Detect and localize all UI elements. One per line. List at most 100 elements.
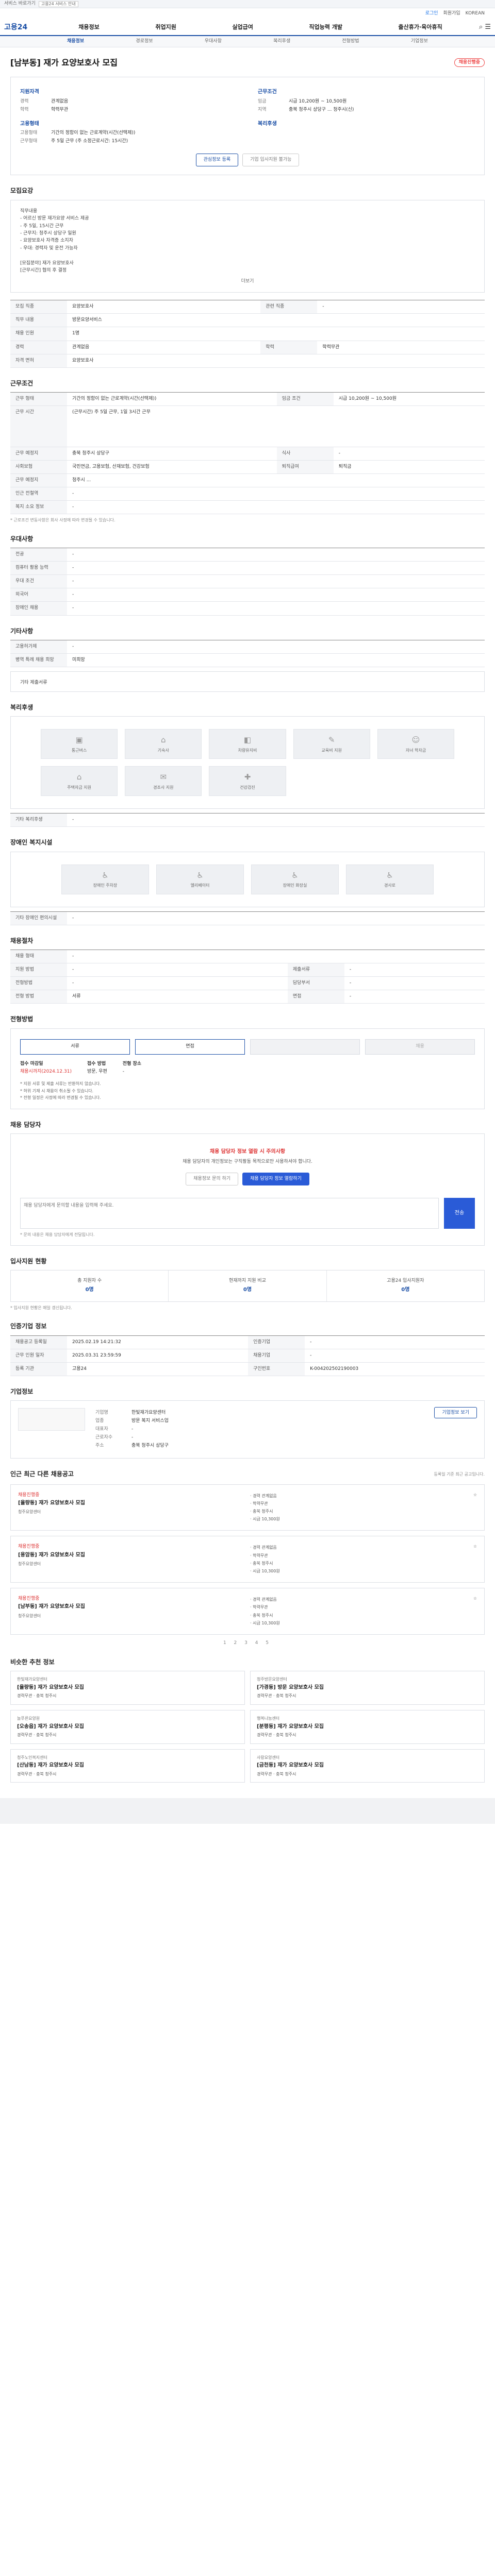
th: 병역 특례 채용 희망 — [10, 653, 67, 667]
kv-value: 시급 10,200원 ~ 10,500원 — [289, 98, 347, 104]
lnb-item-5[interactable]: 기업정보 — [411, 38, 428, 45]
similar-card[interactable]: 사랑요양센터 [금천동] 재가 요양보호사 모집 경력무관 · 충북 청주시 — [250, 1749, 485, 1783]
job-card[interactable]: 채용진행중 [용암동] 재가 요양보호사 모집 청주요양센터 · 경력 관계없음 · 학… — [10, 1536, 485, 1583]
job-company: 청주요양센터 — [18, 1562, 41, 1566]
td: 서류 — [67, 990, 288, 1004]
gnb-item-3[interactable]: 직업능력 개발 — [309, 23, 342, 31]
td: - — [67, 911, 485, 925]
job-card[interactable]: 채용진행중 [율량동] 재가 요양보호사 모집 청주요양센터 · 경력 관계없음 · 학… — [10, 1484, 485, 1531]
welfare-icon: ⌂ — [76, 772, 82, 782]
job-main: 채용진행중 [율량동] 재가 요양보호사 모집 청주요양센터 — [18, 1492, 250, 1523]
th: 자격 면허 — [10, 354, 67, 368]
login-link[interactable]: 로그인 — [425, 10, 438, 17]
similar-card[interactable]: 행복나눔센터 [분평동] 재가 요양보호사 모집 경력무관 · 충북 청주시 — [250, 1710, 485, 1744]
similar-card[interactable]: 청주노인복지센터 [산남동] 재가 요양보호사 모집 경력무관 · 충북 청주시 — [10, 1749, 245, 1783]
inquiry-button[interactable]: 채용정보 문의 하기 — [186, 1172, 239, 1186]
similar-title[interactable]: [가경동] 방문 요양보호사 모집 — [257, 1684, 478, 1692]
kv-key: 학력 — [20, 107, 29, 112]
td: - — [344, 990, 485, 1004]
global-nav: 고용24 채용정보 취업지원 실업급여 직업능력 개발 출산휴가·육아휴직 ⌕ ☰ — [0, 20, 495, 36]
section-title-manage: 인증기업 정보 — [10, 1323, 47, 1330]
th: 장애인 채용 — [10, 601, 67, 616]
gnb-item-2[interactable]: 실업급여 — [232, 23, 253, 31]
prefer-table: 전공 - 컴퓨터 활용 능력 - 우대 조건 - 외국어 - 장애인 채용 - — [10, 548, 485, 616]
similar-title[interactable]: [율량동] 재가 요양보호사 모집 — [17, 1684, 238, 1692]
accessibility-icon: ♿ — [386, 870, 393, 880]
th: 기타 복리후생 — [10, 813, 67, 827]
similar-title[interactable]: [오송읍] 재가 요양보호사 모집 — [17, 1723, 238, 1731]
kv-value: 방문 복지 서비스업 — [131, 1418, 169, 1424]
job-title[interactable]: [율량동] 재가 요양보호사 모집 — [18, 1500, 250, 1507]
lnb-item-2[interactable]: 우대사항 — [205, 38, 222, 45]
company-info-button[interactable]: 기업정보 보기 — [434, 1407, 477, 1419]
th: 관련 직종 — [260, 300, 318, 314]
lnb-item-1[interactable]: 경로정보 — [136, 38, 153, 45]
process-bullet: * 전형 일정은 사정에 따라 변경될 수 있습니다. — [20, 1095, 101, 1100]
service-select[interactable]: 고용24 서비스 안내 — [38, 1, 78, 7]
th: 구인번호 — [248, 1362, 305, 1376]
job-card[interactable]: 채용진행중 [남부동] 재가 요양보호사 모집 청주요양센터 · 경력 관계없음 · 학… — [10, 1588, 485, 1635]
lnb-item-3[interactable]: 복리후생 — [273, 38, 290, 45]
disabled-item: ♿ 엘리베이터 — [156, 864, 244, 894]
th: 근무 시간 — [10, 405, 67, 448]
similar-sub: 경력무관 · 충북 청주시 — [257, 1771, 296, 1776]
lnb-item-0[interactable]: 채용정보 — [67, 38, 84, 45]
pagination[interactable]: 1 2 3 4 5 — [10, 1640, 485, 1647]
gnb-item-0[interactable]: 채용정보 — [78, 23, 99, 31]
td: - — [67, 487, 485, 501]
send-button[interactable]: 전송 — [444, 1198, 475, 1229]
td: 요양보호사 — [67, 354, 485, 368]
stat-value: 0명 — [243, 1287, 252, 1293]
similar-title[interactable]: [분평동] 재가 요양보호사 모집 — [257, 1723, 478, 1731]
detail-line: - 우대: 경력자 및 운전 가능자 — [20, 245, 78, 251]
similar-company: 행복나눔센터 — [257, 1716, 280, 1721]
star-icon[interactable]: ☆ — [425, 1492, 477, 1523]
star-icon[interactable]: ☆ — [425, 1596, 477, 1627]
welfare-label: 건강검진 — [240, 785, 255, 790]
bookmark-button[interactable]: 관심정보 등록 — [195, 154, 239, 167]
td: 고용24 — [67, 1362, 249, 1376]
th: 근무 형태 — [10, 392, 67, 406]
more-button[interactable]: 더보기 — [20, 278, 475, 285]
stat-value: 0명 — [401, 1287, 410, 1293]
gnb-item-4[interactable]: 출산휴가·육아휴직 — [399, 23, 442, 31]
search-icon[interactable]: ⌕ ☰ — [470, 23, 491, 32]
apply-button[interactable]: 기업 입사지원 불가능 — [242, 154, 300, 167]
welfare-icon: ✎ — [328, 735, 335, 745]
td: 기간의 정함이 없는 근로계약(시간(선택제)) — [67, 392, 277, 406]
job-company: 청주요양센터 — [18, 1613, 41, 1618]
inquiry-input[interactable] — [20, 1198, 439, 1229]
similar-card[interactable]: 늘푸른요양원 [오송읍] 재가 요양보호사 모집 경력무관 · 충북 청주시 — [10, 1710, 245, 1744]
similar-title[interactable]: [산남동] 재가 요양보호사 모집 — [17, 1762, 238, 1770]
job-title[interactable]: [용암동] 재가 요양보호사 모집 — [18, 1552, 250, 1560]
job-status: 채용진행중 — [18, 1492, 40, 1498]
th: 채용 인원 — [10, 327, 67, 341]
similar-title[interactable]: [금천동] 재가 요양보호사 모집 — [257, 1762, 478, 1770]
gnb-menu: 채용정보 취업지원 실업급여 직업능력 개발 출산휴가·육아휴직 — [51, 23, 470, 31]
kv-value: 한빛재가요양센터 — [131, 1410, 166, 1416]
similar-card[interactable]: 한빛재가요양센터 [율량동] 재가 요양보호사 모집 경력무관 · 충북 청주시 — [10, 1671, 245, 1705]
lnb-item-4[interactable]: 전형방법 — [342, 38, 359, 45]
kv-key: 고용형태 — [20, 130, 38, 136]
star-icon[interactable]: ☆ — [425, 1544, 477, 1575]
section-title-welfare: 복리후생 — [10, 703, 34, 711]
gnb-item-1[interactable]: 취업지원 — [155, 23, 176, 31]
td: - — [67, 601, 485, 616]
place: 전형 장소 - — [123, 1061, 141, 1075]
view-contact-button[interactable]: 채용 담당자 정보 열람하기 — [242, 1172, 309, 1186]
th: 식사 — [276, 447, 334, 461]
worker-table: 채용 형태 - 지원 방법 - 제출서류 - 전형방법 - 담당부서 - 전형 방법 서류 면접 - — [10, 950, 485, 1004]
welfare-label: 기숙사 — [157, 748, 169, 753]
lang-select[interactable]: KOREAN — [466, 10, 485, 17]
detail-line: - 근무지: 청주시 상당구 일원 — [20, 230, 76, 236]
logo[interactable]: 고용24 — [4, 22, 51, 32]
job-meta-item: · 충북 청주시 — [250, 1561, 273, 1566]
recruit-table: 모집 직종 요양보호사 관련 직종 - 직무 내용 방문요양서비스 채용 인원 1명 경력… — [10, 300, 485, 368]
th: 퇴직급여 — [276, 460, 334, 474]
summary-right2-title: 복리후생 — [258, 121, 277, 127]
td: - — [67, 561, 485, 575]
job-title[interactable]: [남부동] 재가 요양보호사 모집 — [18, 1603, 250, 1611]
join-link[interactable]: 회원가입 — [443, 10, 460, 17]
th: 전형방법 — [10, 976, 67, 991]
similar-card[interactable]: 청주방문요양센터 [가경동] 방문 요양보호사 모집 경력무관 · 충북 청주시 — [250, 1671, 485, 1705]
